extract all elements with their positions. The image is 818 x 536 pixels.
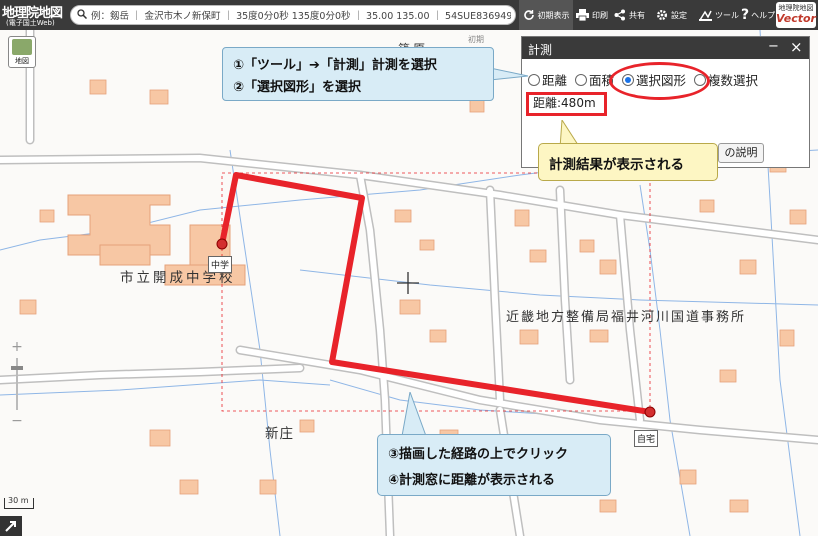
mode-multiple-label: 複数選択: [708, 73, 759, 88]
scale-label: 30 m: [8, 496, 29, 505]
school-pin-icon[interactable]: [216, 238, 228, 250]
office-label: 近畿地方整備局福井河川国道事務所: [506, 310, 747, 325]
help-label: ヘルプ: [751, 10, 776, 20]
settings-button[interactable]: 設定: [656, 0, 687, 30]
initial-view-label: 初期表示: [537, 10, 570, 20]
help-button[interactable]: ? ヘルプ: [741, 0, 775, 30]
search-icon: [77, 9, 87, 19]
measure-window-title: 計測: [528, 43, 553, 57]
logo-subtitle: (電子国土Web): [6, 19, 55, 27]
instruction-step-4: ④計測窓に距離が表示される: [388, 473, 556, 488]
callout-pointer-top: [490, 67, 529, 81]
settings-label: 設定: [671, 10, 687, 20]
close-button[interactable]: ×: [790, 38, 803, 56]
measure-help-button[interactable]: の説明: [718, 143, 764, 163]
share-button[interactable]: 共有: [614, 0, 645, 30]
radio-area[interactable]: [575, 74, 587, 86]
mode-distance[interactable]: 距離: [528, 70, 567, 89]
layer-select-button[interactable]: 地図: [8, 36, 36, 68]
question-icon: ?: [741, 7, 750, 23]
shinsho-label-text: 新庄: [265, 426, 294, 442]
printer-icon: [576, 9, 589, 21]
result-note-callout: 計測結果が表示される: [538, 143, 718, 181]
share-label: 共有: [629, 10, 645, 20]
arrow-up-right-icon: [5, 521, 16, 532]
zoom-handle[interactable]: [11, 366, 23, 370]
mode-distance-label: 距離: [542, 73, 568, 88]
print-label: 印刷: [592, 10, 608, 20]
share-icon: [614, 9, 625, 21]
callout-pointer-bottom: [401, 392, 427, 437]
selected-shape-highlight: [609, 62, 710, 100]
school-pin-label: 中学: [208, 256, 233, 273]
zoom-out-button[interactable]: −: [8, 414, 26, 428]
search-input[interactable]: [89, 7, 513, 25]
gsi-logo[interactable]: 地理院地図 (電子国土Web): [2, 2, 68, 28]
crosshair-icon: [397, 272, 419, 294]
layer-button-label: 地図: [15, 57, 29, 65]
top-toolbar: 地理院地図 (電子国土Web) 初期表示 印刷 共有 設定 ツール ?: [0, 0, 818, 30]
initial-view-button[interactable]: 初期表示: [519, 0, 573, 30]
home-pin-label: 自宅: [634, 430, 659, 447]
measure-window-header[interactable]: 計測 − ×: [522, 37, 809, 59]
refresh-icon: [523, 10, 534, 20]
instruction-step-2: ②「選択図形」を選択: [233, 80, 362, 95]
gear-icon: [657, 10, 667, 20]
instruction-step-1: ①「ツール」➔「計測」計測を選択: [233, 58, 437, 73]
tools-icon: [699, 10, 712, 21]
tools-button[interactable]: ツール: [699, 0, 739, 30]
instruction-step-3: ③描画した経路の上でクリック: [388, 447, 569, 462]
instruction-callout-top: ①「ツール」➔「計測」計測を選択 ②「選択図形」を選択: [222, 47, 494, 101]
map-thumbnail-icon: [12, 39, 32, 55]
zoom-in-button[interactable]: +: [8, 340, 26, 354]
result-note-text: 計測結果が表示される: [549, 157, 684, 173]
app-root: 地理院地図 (電子国土Web) 初期表示 印刷 共有 設定 ツール ?: [0, 0, 818, 536]
vector-badge-bottom: Vector: [776, 12, 816, 25]
vector-switch-button[interactable]: 地理院地図 Vector: [776, 2, 816, 28]
scale-bar: 30 m: [4, 496, 34, 509]
home-pin-icon[interactable]: [644, 406, 656, 418]
zoom-control: + −: [8, 340, 26, 430]
instruction-callout-bottom: ③描画した経路の上でクリック ④計測窓に距離が表示される: [377, 434, 611, 496]
tools-label: ツール: [715, 10, 739, 20]
expand-button[interactable]: [0, 516, 22, 536]
partial-label: 初期: [468, 35, 484, 44]
minimize-button[interactable]: −: [768, 39, 779, 54]
print-button[interactable]: 印刷: [576, 0, 608, 30]
result-highlight: [526, 92, 607, 116]
search-box[interactable]: [70, 5, 516, 25]
